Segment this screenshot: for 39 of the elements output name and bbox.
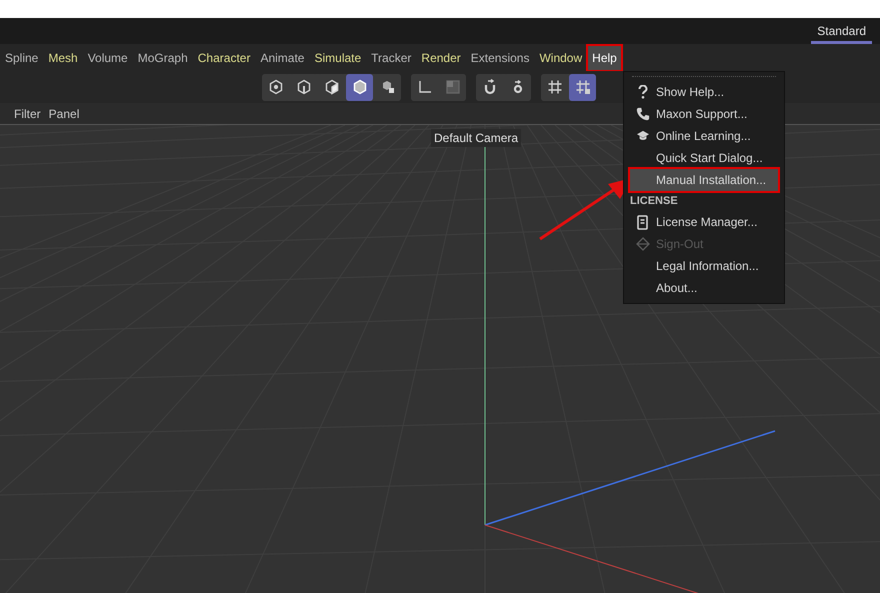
menu-option[interactable]: License Manager...	[630, 211, 778, 233]
hexagon-point-icon	[268, 79, 284, 95]
axis-corner-icon	[416, 79, 432, 95]
menu-item[interactable]: MoGraph	[134, 46, 192, 70]
menu-option[interactable]: Maxon Support...	[630, 103, 778, 125]
viewport-menu-item[interactable]: Filter	[12, 104, 43, 122]
cube-face-icon	[324, 79, 340, 95]
menu-item[interactable]: Mesh	[44, 46, 82, 70]
grid-lock-icon	[574, 79, 590, 95]
phone-icon	[636, 107, 650, 121]
graduation-cap-icon	[636, 130, 650, 142]
document-icon	[637, 214, 649, 230]
toolbar-button[interactable]	[346, 74, 373, 100]
menu-item[interactable]: Tracker	[367, 46, 416, 70]
grid-icon	[546, 79, 562, 95]
menu-item[interactable]: Character	[194, 46, 254, 70]
hexagon-edge-icon	[296, 79, 312, 95]
menu-item[interactable]: Window	[535, 46, 586, 70]
menu-item[interactable]: Spline	[1, 46, 42, 70]
menu-item[interactable]: Volume	[84, 46, 132, 70]
menu-option[interactable]: Quick Start Dialog...	[630, 147, 778, 169]
menu-option[interactable]: Show Help...	[630, 81, 778, 103]
cube-icon	[352, 79, 368, 95]
menu-section-header: LICENSE	[629, 194, 679, 209]
menu-item[interactable]: Extensions	[466, 46, 534, 70]
menu-item[interactable]: Help	[588, 46, 621, 70]
menu-option[interactable]: About...	[630, 277, 778, 299]
menu-item[interactable]: Animate	[256, 46, 308, 70]
menu-item[interactable]: Render	[417, 46, 465, 70]
menu-option[interactable]: Online Learning...	[630, 125, 778, 147]
menu-option[interactable]: Manual Installation...	[630, 169, 778, 191]
viewport-menu-item[interactable]: Panel	[46, 104, 82, 122]
toolbar-button[interactable]	[569, 74, 596, 100]
diamond-icon	[636, 237, 650, 251]
menu-item[interactable]: Simulate	[310, 46, 366, 70]
square-icon	[444, 79, 460, 95]
menu-option[interactable]: Legal Information...	[630, 255, 778, 277]
help-icon	[638, 85, 648, 99]
camera-label: Default Camera	[431, 129, 522, 147]
